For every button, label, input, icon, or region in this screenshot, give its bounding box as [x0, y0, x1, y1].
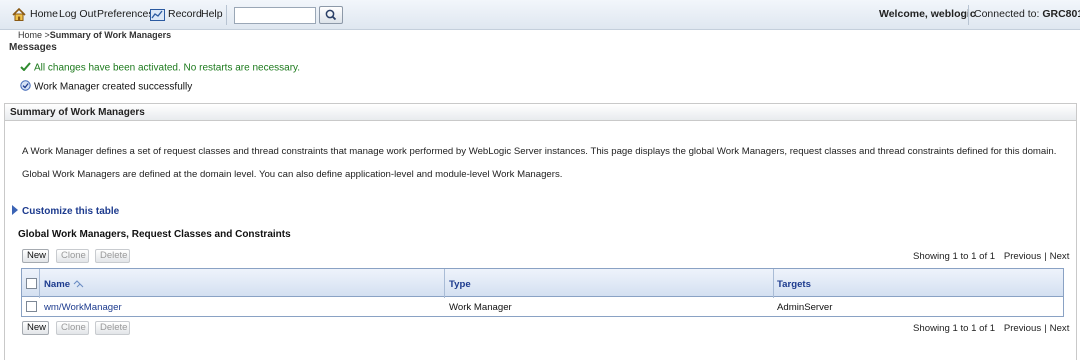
column-header-type[interactable]: Type [449, 279, 471, 290]
search-input[interactable] [234, 7, 316, 24]
panel-border-right [1076, 104, 1077, 360]
pager-showing-text-bottom: Showing 1 to 1 of 1 [913, 323, 996, 334]
welcome-text: Welcome, weblogic [879, 8, 976, 20]
connected-to-text: Connected to: GRC801J8 [974, 8, 1080, 20]
breadcrumb-current: Summary of Work Managers [49, 30, 172, 40]
clone-button[interactable]: Clone [56, 249, 89, 263]
info-message-text: Work Manager created successfully [34, 81, 193, 93]
pager-previous-link[interactable]: Previous [1004, 251, 1041, 262]
pager-previous-link-bottom[interactable]: Previous [1004, 323, 1041, 334]
delete-button[interactable]: Delete [95, 249, 130, 263]
pager-next-link-bottom[interactable]: Next [1050, 323, 1070, 334]
top-toolbar: Home Log Out Preferences Record Help Wel… [0, 0, 1080, 30]
clone-button-bottom[interactable]: Clone [56, 321, 89, 335]
work-manager-targets: AdminServer [777, 302, 833, 313]
new-button[interactable]: New [22, 249, 49, 263]
preferences-link[interactable]: Preferences [97, 8, 154, 20]
toolbar-divider [226, 5, 227, 25]
connected-prefix: Connected to: [974, 8, 1040, 20]
panel-description: A Work Manager defines a set of request … [22, 146, 1057, 157]
column-header-name-label: Name [44, 279, 71, 290]
select-all-checkbox[interactable] [26, 278, 37, 289]
home-icon[interactable] [12, 7, 26, 21]
record-link[interactable]: Record [168, 8, 202, 20]
row-checkbox[interactable] [26, 301, 37, 312]
messages-heading: Messages [9, 42, 57, 53]
column-header-targets[interactable]: Targets [777, 279, 811, 290]
pager-separator-bottom: | [1044, 323, 1047, 334]
table-header-row: Name Type Targets [22, 269, 1063, 297]
work-manager-type: Work Manager [449, 302, 512, 313]
table-caption: Global Work Managers, Request Classes an… [18, 229, 291, 240]
work-managers-table: Name Type Targets wm/WorkManager Work Ma… [21, 268, 1064, 317]
pager-top: Showing 1 to 1 of 1 Previous | Next [913, 251, 1069, 262]
info-check-icon [20, 80, 31, 94]
work-manager-name-link[interactable]: wm/WorkManager [44, 302, 122, 313]
pager-showing-text: Showing 1 to 1 of 1 [913, 251, 996, 262]
customize-table-label: Customize this table [22, 206, 120, 217]
search-icon [325, 9, 337, 21]
toolbar-divider-right [968, 5, 969, 25]
expand-triangle-icon [12, 205, 18, 215]
pager-bottom: Showing 1 to 1 of 1 Previous | Next [913, 323, 1069, 334]
pager-separator: | [1044, 251, 1047, 262]
logout-link[interactable]: Log Out [59, 8, 96, 20]
panel-header: Summary of Work Managers [4, 103, 1077, 121]
new-button-bottom[interactable]: New [22, 321, 49, 335]
record-icon[interactable] [150, 9, 165, 21]
breadcrumb: Home >Summary of Work Managers [18, 30, 171, 40]
delete-button-bottom[interactable]: Delete [95, 321, 130, 335]
panel-title: Summary of Work Managers [10, 107, 145, 118]
success-message: All changes have been activated. No rest… [20, 62, 300, 74]
info-message: Work Manager created successfully [20, 80, 192, 94]
customize-table-link[interactable]: Customize this table [12, 205, 119, 217]
panel-border-left [4, 104, 5, 360]
breadcrumb-home-link[interactable]: Home > [18, 30, 50, 40]
success-message-text: All changes have been activated. No rest… [34, 62, 301, 74]
panel-description-secondary: Global Work Managers are defined at the … [22, 169, 563, 180]
column-header-name[interactable]: Name [44, 279, 84, 291]
connected-domain: GRC801J8 [1042, 8, 1080, 20]
pager-next-link[interactable]: Next [1050, 251, 1070, 262]
home-link[interactable]: Home [30, 8, 58, 20]
checkmark-icon [20, 62, 31, 74]
sort-icon[interactable] [73, 280, 84, 291]
help-link[interactable]: Help [201, 8, 223, 20]
search-button[interactable] [319, 6, 343, 24]
table-row: wm/WorkManager Work Manager AdminServer [22, 298, 1063, 316]
